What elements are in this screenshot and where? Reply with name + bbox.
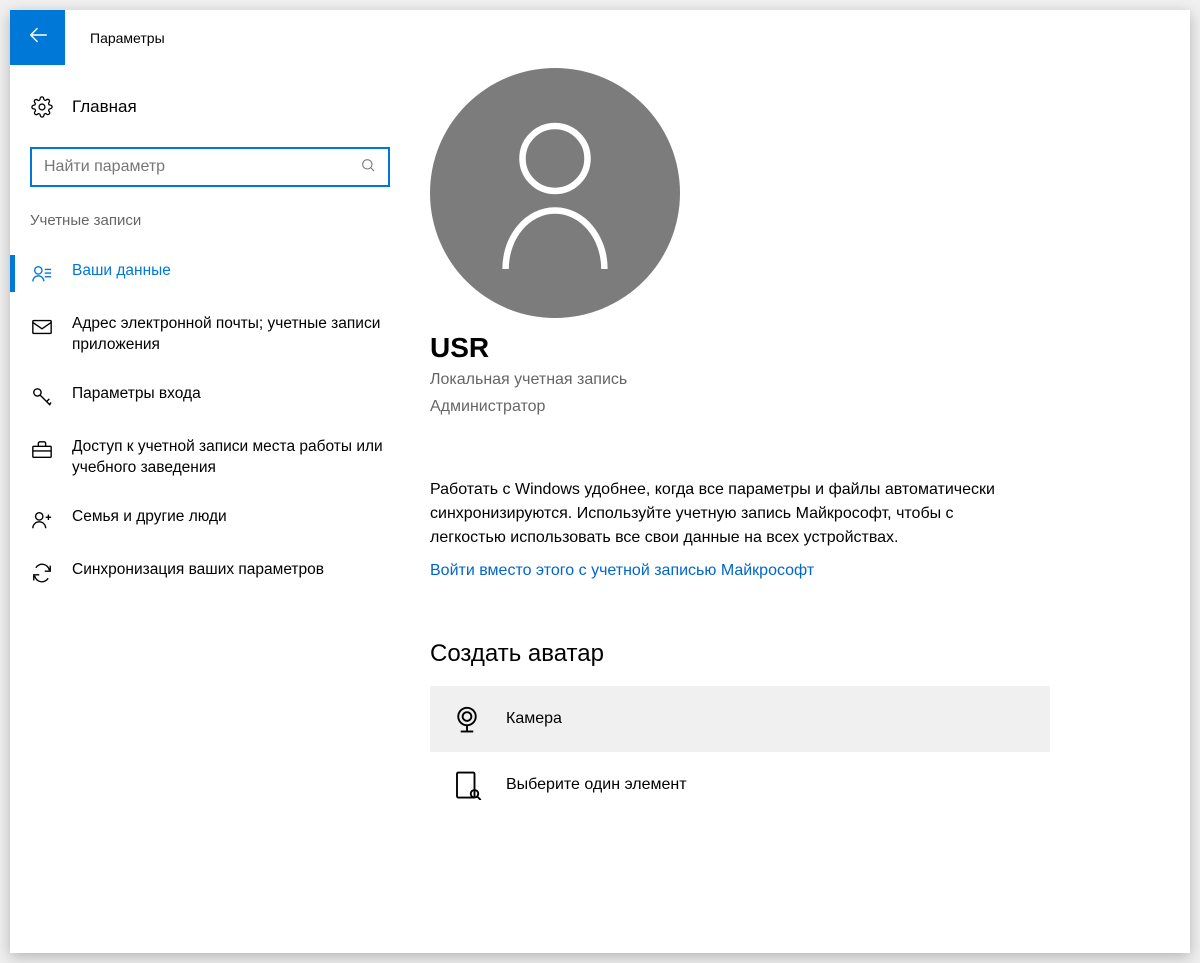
sync-description: Работать с Windows удобнее, когда все па… bbox=[430, 478, 1010, 550]
sidebar-item-label: Ваши данные bbox=[72, 261, 390, 282]
browse-icon bbox=[452, 770, 482, 800]
create-avatar-heading: Создать аватар bbox=[430, 640, 1155, 668]
search-icon bbox=[360, 157, 376, 178]
sidebar-home-label: Главная bbox=[72, 97, 137, 117]
briefcase-icon bbox=[30, 438, 54, 462]
titlebar: Параметры bbox=[10, 10, 1190, 65]
window-title: Параметры bbox=[65, 30, 165, 46]
sidebar-item-signin-options[interactable]: Параметры входа bbox=[10, 370, 410, 423]
avatar-option-camera[interactable]: Камера bbox=[430, 686, 1050, 752]
person-card-icon bbox=[30, 262, 54, 286]
content-pane: USR Локальная учетная запись Администрат… bbox=[410, 65, 1190, 953]
user-name: USR bbox=[430, 332, 1155, 364]
sidebar: Главная Учетные записи Ваши данные bbox=[10, 65, 410, 953]
option-label: Выберите один элемент bbox=[506, 776, 687, 794]
sidebar-home[interactable]: Главная bbox=[10, 85, 410, 129]
sidebar-item-label: Синхронизация ваших параметров bbox=[72, 560, 390, 581]
camera-icon bbox=[452, 704, 482, 734]
sidebar-item-family[interactable]: Семья и другие люди bbox=[10, 493, 410, 546]
signin-microsoft-link[interactable]: Войти вместо этого с учетной записью Май… bbox=[430, 562, 814, 580]
avatar-option-browse[interactable]: Выберите один элемент bbox=[430, 752, 1050, 818]
sidebar-item-work-access[interactable]: Доступ к учетной записи места работы или… bbox=[10, 423, 410, 493]
key-icon bbox=[30, 385, 54, 409]
sidebar-item-label: Семья и другие люди bbox=[72, 507, 390, 528]
sidebar-item-email-accounts[interactable]: Адрес электронной почты; учетные записи … bbox=[10, 300, 410, 370]
sidebar-item-label: Параметры входа bbox=[72, 384, 390, 405]
search-input[interactable] bbox=[44, 158, 360, 176]
sidebar-item-sync[interactable]: Синхронизация ваших параметров bbox=[10, 546, 410, 599]
arrow-left-icon bbox=[27, 24, 49, 51]
sidebar-item-label: Адрес электронной почты; учетные записи … bbox=[72, 314, 390, 356]
person-add-icon bbox=[30, 508, 54, 532]
mail-icon bbox=[30, 315, 54, 339]
back-button[interactable] bbox=[10, 10, 65, 65]
sync-icon bbox=[30, 561, 54, 585]
sidebar-item-label: Доступ к учетной записи места работы или… bbox=[72, 437, 390, 479]
account-type: Локальная учетная запись bbox=[430, 368, 1155, 391]
account-role: Администратор bbox=[430, 395, 1155, 418]
sidebar-item-your-info[interactable]: Ваши данные bbox=[10, 247, 410, 300]
avatar bbox=[430, 68, 680, 318]
search-box[interactable] bbox=[30, 147, 390, 187]
gear-icon bbox=[30, 95, 54, 119]
option-label: Камера bbox=[506, 710, 562, 728]
sidebar-section-label: Учетные записи bbox=[10, 212, 410, 247]
person-icon bbox=[490, 111, 620, 276]
settings-window: Параметры Главная Учетные записи bbox=[10, 10, 1190, 953]
